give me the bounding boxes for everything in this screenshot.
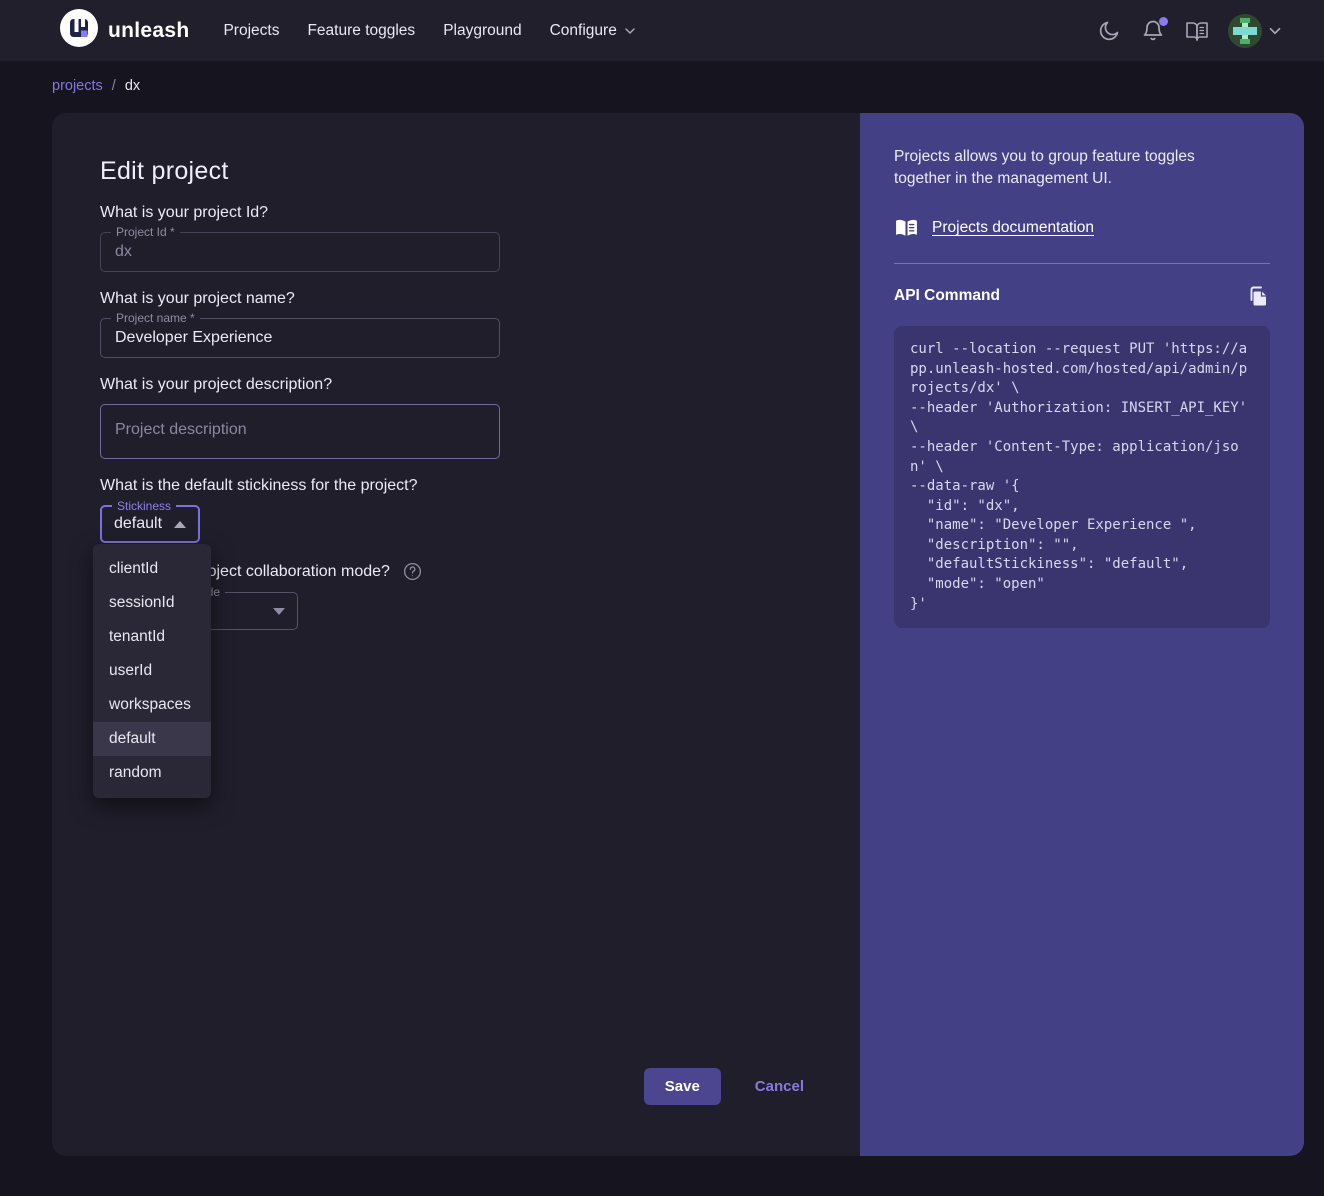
notification-dot xyxy=(1159,17,1168,26)
project-name-input-label: Project name * xyxy=(111,311,200,325)
unleash-logo[interactable]: unleash xyxy=(60,9,189,52)
chevron-down-icon xyxy=(1266,22,1284,40)
dark-mode-toggle[interactable] xyxy=(1096,18,1122,44)
menu-item-workspaces[interactable]: workspaces xyxy=(93,688,211,722)
menu-item-sessionid[interactable]: sessionId xyxy=(93,586,211,620)
nav-item-feature-toggles[interactable]: Feature toggles xyxy=(307,22,415,40)
copy-icon xyxy=(1246,284,1270,308)
stickiness-select[interactable]: Stickiness default clientId sessionId te… xyxy=(100,505,200,543)
book-icon xyxy=(894,216,919,241)
menu-item-userid[interactable]: userId xyxy=(93,654,211,688)
unleash-logo-icon xyxy=(60,9,98,52)
top-navbar: unleash Projects Feature toggles Playgro… xyxy=(0,0,1324,61)
project-id-value: dx xyxy=(115,243,132,261)
stickiness-select-label: Stickiness xyxy=(112,499,176,513)
project-description-question: What is your project description? xyxy=(100,376,812,394)
project-name-value: Developer Experience xyxy=(115,329,272,347)
breadcrumb-link-projects[interactable]: projects xyxy=(52,78,103,94)
avatar xyxy=(1228,14,1262,48)
nav-links: Projects Feature toggles Playground Conf… xyxy=(223,22,637,40)
nav-item-playground[interactable]: Playground xyxy=(443,22,521,40)
edit-project-card: Edit project What is your project Id? Pr… xyxy=(52,113,860,1156)
stickiness-dropdown-menu: clientId sessionId tenantId userId works… xyxy=(93,544,211,798)
project-id-input-label: Project Id * xyxy=(111,225,180,239)
breadcrumb: projects / dx xyxy=(52,78,1324,94)
api-command-heading: API Command xyxy=(894,287,1000,305)
notifications-button[interactable] xyxy=(1140,18,1166,44)
save-button[interactable]: Save xyxy=(644,1068,721,1105)
cancel-button[interactable]: Cancel xyxy=(755,1078,804,1095)
project-id-input[interactable]: Project Id * dx xyxy=(100,232,500,272)
project-id-question: What is your project Id? xyxy=(100,204,812,222)
caret-down-icon xyxy=(273,608,285,615)
user-menu[interactable] xyxy=(1228,14,1284,48)
docs-link-label: Projects documentation xyxy=(932,219,1094,237)
menu-item-tenantid[interactable]: tenantId xyxy=(93,620,211,654)
collaboration-help-button[interactable] xyxy=(402,561,423,582)
nav-item-projects[interactable]: Projects xyxy=(223,22,279,40)
nav-right xyxy=(1096,14,1284,48)
book-icon xyxy=(1185,19,1209,43)
copy-api-command-button[interactable] xyxy=(1246,284,1270,308)
menu-item-clientid[interactable]: clientId xyxy=(93,552,211,586)
chevron-down-icon xyxy=(622,23,638,39)
brand-name: unleash xyxy=(108,19,189,43)
project-name-input[interactable]: Project name * Developer Experience xyxy=(100,318,500,358)
stickiness-question: What is the default stickiness for the p… xyxy=(100,477,812,495)
api-command-code: curl --location --request PUT 'https://a… xyxy=(894,326,1270,628)
caret-up-icon xyxy=(174,521,186,528)
docs-button[interactable] xyxy=(1184,18,1210,44)
page-title: Edit project xyxy=(100,157,812,186)
projects-documentation-link[interactable]: Projects documentation xyxy=(894,216,1270,241)
menu-item-random[interactable]: random xyxy=(93,756,211,790)
form-actions: Save Cancel xyxy=(644,1068,804,1105)
stickiness-selected-value: default xyxy=(114,515,162,533)
sidebar-intro-text: Projects allows you to group feature tog… xyxy=(894,146,1244,191)
moon-icon xyxy=(1097,19,1121,43)
info-sidebar: Projects allows you to group feature tog… xyxy=(860,113,1304,1156)
breadcrumb-separator: / xyxy=(112,78,116,94)
project-name-question: What is your project name? xyxy=(100,290,812,308)
sidebar-divider xyxy=(894,263,1270,264)
menu-item-default[interactable]: default xyxy=(93,722,211,756)
project-description-input[interactable]: Project description xyxy=(100,404,500,459)
api-command-header: API Command xyxy=(894,284,1270,308)
nav-item-configure[interactable]: Configure xyxy=(550,22,638,40)
help-icon xyxy=(402,561,423,582)
project-description-placeholder: Project description xyxy=(115,421,247,438)
content-wrapper: Edit project What is your project Id? Pr… xyxy=(52,113,1304,1156)
breadcrumb-current: dx xyxy=(125,78,140,94)
